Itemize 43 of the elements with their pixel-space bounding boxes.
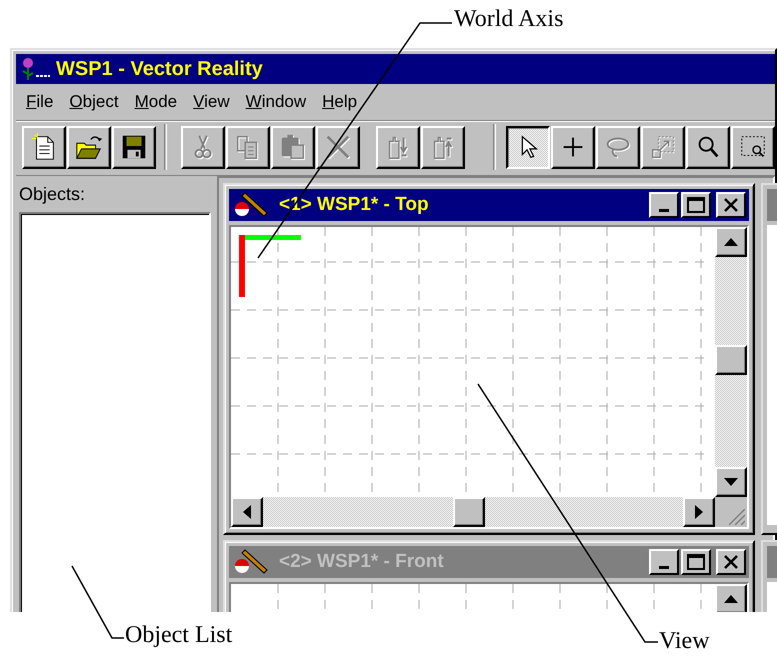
menu-item[interactable]: Mode (126, 92, 186, 112)
maximize-icon (687, 197, 705, 213)
maximize-button[interactable] (681, 192, 711, 218)
callout-label: Object List (125, 622, 232, 649)
maximize-icon (687, 554, 705, 570)
scroll-down-button[interactable] (715, 467, 747, 497)
menu-item[interactable]: View (185, 92, 238, 112)
scroll-up-button[interactable] (715, 584, 747, 612)
scroll-right-button[interactable] (683, 497, 715, 527)
up-triangle-icon (724, 595, 738, 603)
menu-item[interactable]: Window (238, 92, 314, 112)
scroll-up-button[interactable] (715, 227, 747, 257)
down-triangle-icon (724, 478, 738, 486)
window-title: WSP1 - Vector Reality (56, 58, 263, 80)
view-title: <1> WSP1* - Top (279, 194, 430, 216)
up-triangle-icon (724, 238, 738, 246)
view-title: <2> WSP1* - Front (279, 551, 445, 573)
resize-grip-icon (729, 509, 745, 525)
objects-label: Objects: (19, 184, 86, 206)
vertical-scrollbar[interactable] (715, 227, 747, 497)
minimize-button[interactable] (649, 192, 679, 218)
close-button[interactable] (716, 549, 746, 575)
menu-item[interactable]: Help (314, 92, 366, 112)
callout-label: View (659, 628, 710, 655)
toolbar-button[interactable] (506, 126, 550, 168)
right-triangle-icon (695, 505, 703, 519)
scroll-thumb[interactable] (715, 345, 747, 375)
close-button[interactable] (716, 192, 746, 218)
close-icon (723, 198, 739, 212)
close-icon (723, 555, 739, 569)
minimize-button[interactable] (649, 549, 679, 575)
callout-label: World Axis (454, 6, 564, 33)
minimize-icon (659, 566, 669, 569)
scroll-thumb[interactable] (453, 497, 485, 527)
minimize-icon (659, 209, 669, 212)
axis-drawing (239, 235, 301, 299)
scroll-left-button[interactable] (231, 497, 263, 527)
maximize-button[interactable] (681, 549, 711, 575)
menu-item[interactable]: Object (61, 92, 127, 112)
object-list[interactable] (19, 212, 211, 612)
horizontal-scrollbar[interactable] (231, 497, 715, 527)
menu-item[interactable]: File (18, 92, 62, 112)
left-triangle-icon (243, 505, 251, 519)
